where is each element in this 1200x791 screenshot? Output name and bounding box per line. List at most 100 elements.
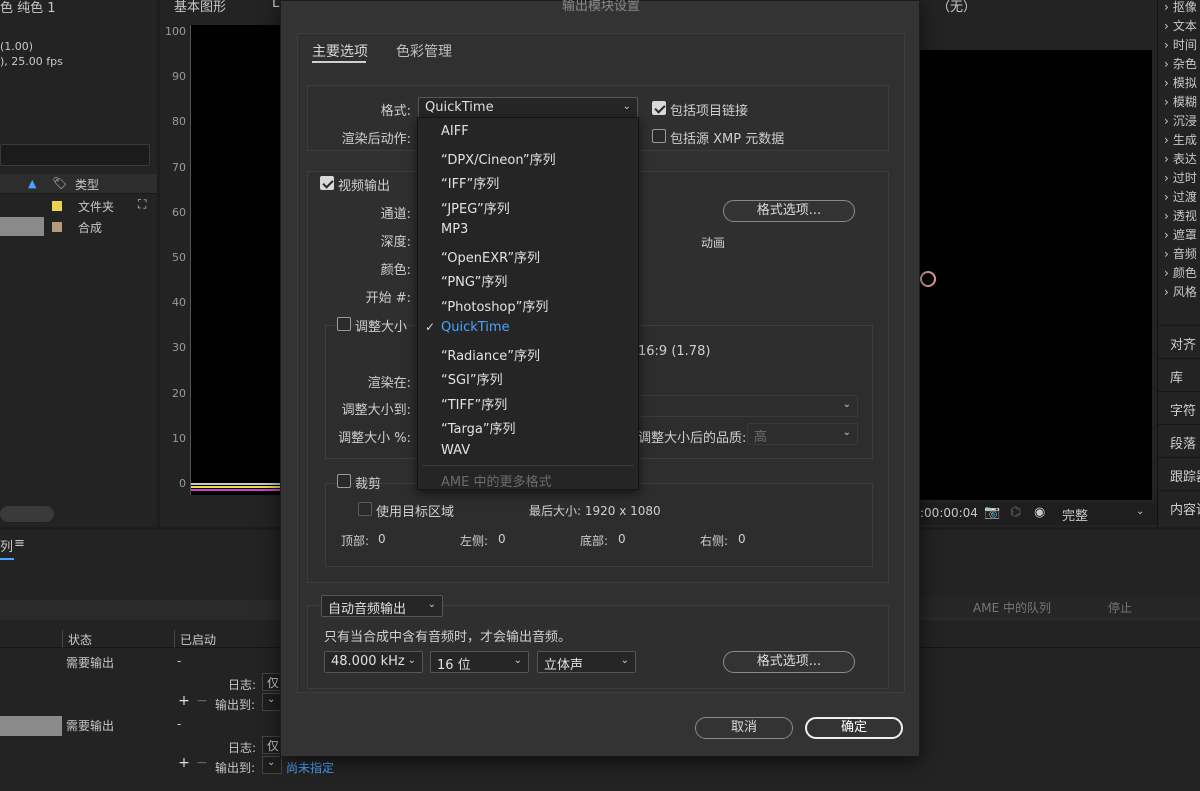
- effect-category-item[interactable]: › 颜色: [1164, 264, 1197, 281]
- snapshot-icon[interactable]: 📷: [984, 505, 1000, 520]
- format-menu-item[interactable]: WAV: [441, 443, 470, 458]
- effect-category-item[interactable]: › 遮罩: [1164, 226, 1197, 243]
- video-format-options-button[interactable]: 格式选项...: [723, 200, 855, 222]
- effect-category-item[interactable]: › 抠像: [1164, 0, 1197, 15]
- quality-select[interactable]: 完整: [1062, 505, 1088, 524]
- effect-category-item[interactable]: › 过时: [1164, 169, 1197, 186]
- effect-category-item[interactable]: › 沉浸: [1164, 112, 1197, 129]
- effect-category-item[interactable]: › 生成: [1164, 131, 1197, 148]
- log-select[interactable]: 仅: [262, 736, 282, 754]
- crop-right-value[interactable]: 0: [738, 532, 746, 546]
- effect-category-item[interactable]: › 风格: [1164, 283, 1197, 300]
- audio-output-select[interactable]: 自动音频输出 ⌄: [321, 595, 443, 617]
- output-to-link[interactable]: 尚未指定: [286, 759, 334, 776]
- sample-rate-select[interactable]: 48.000 kHz ⌄: [324, 651, 423, 673]
- chevron-down-icon[interactable]: ⌄: [1136, 506, 1144, 517]
- queue-item[interactable]: 需要输出 -: [0, 654, 280, 674]
- crop-top-value[interactable]: 0: [378, 532, 386, 546]
- side-panel-button[interactable]: 对齐: [1158, 325, 1200, 358]
- started-column-header[interactable]: 已启动: [180, 631, 216, 648]
- project-search-input[interactable]: [0, 144, 150, 166]
- format-menu-item[interactable]: “SGI”序列: [441, 369, 503, 388]
- hierarchy-icon: ⛶: [138, 197, 147, 211]
- ok-button[interactable]: 确定: [805, 717, 903, 739]
- show-snapshot-icon[interactable]: ⌬: [1010, 505, 1021, 520]
- side-panel-button[interactable]: 内容识: [1158, 490, 1200, 523]
- effect-category-item[interactable]: › 时间: [1164, 36, 1197, 53]
- composition-viewer[interactable]: [920, 50, 1152, 500]
- resize-checkbox[interactable]: [337, 317, 351, 331]
- add-output-icon[interactable]: +: [177, 756, 191, 771]
- side-panel-button[interactable]: 段落: [1158, 424, 1200, 457]
- format-menu-item[interactable]: “TIFF”序列: [441, 394, 507, 413]
- horizontal-scrollbar[interactable]: [0, 506, 54, 522]
- label-tag-icon[interactable]: 🏷: [52, 176, 67, 190]
- crop-checkbox[interactable]: [337, 474, 351, 488]
- format-select[interactable]: QuickTime ⌄: [418, 97, 638, 119]
- effect-category-item[interactable]: › 透视: [1164, 207, 1197, 224]
- tab-main-options[interactable]: 主要选项: [312, 41, 368, 61]
- tab-essential-graphics[interactable]: 基本图形: [174, 0, 226, 15]
- video-output-checkbox[interactable]: [320, 176, 334, 190]
- format-menu-item[interactable]: “Targa”序列: [441, 418, 516, 437]
- bit-depth-select[interactable]: 16 位 ⌄: [430, 651, 529, 673]
- queue-item[interactable]: 需要输出 -: [0, 716, 280, 736]
- format-menu-item[interactable]: “JPEG”序列: [441, 198, 510, 217]
- resize-quality-select[interactable]: 高 ⌄: [747, 423, 858, 445]
- remove-output-icon[interactable]: −: [195, 756, 209, 771]
- format-menu-item[interactable]: MP3: [441, 222, 468, 237]
- effect-category-item[interactable]: › 模糊: [1164, 93, 1197, 110]
- log-select[interactable]: 仅: [262, 673, 282, 691]
- effect-category-item[interactable]: › 音频: [1164, 245, 1197, 262]
- crop-bottom-value[interactable]: 0: [618, 532, 626, 546]
- channels-select[interactable]: 立体声 ⌄: [537, 651, 636, 673]
- add-output-icon[interactable]: +: [177, 694, 191, 709]
- format-menu-item[interactable]: “DPX/Cineon”序列: [441, 149, 556, 168]
- effect-category-item[interactable]: › 过渡: [1164, 188, 1197, 205]
- ame-queue-button[interactable]: AME 中的队列: [973, 599, 1051, 616]
- panel-menu-icon[interactable]: ≡: [14, 536, 25, 551]
- effect-category-item[interactable]: › 模拟: [1164, 74, 1197, 91]
- channel-icon[interactable]: ◉: [1034, 505, 1045, 520]
- stop-button[interactable]: 停止: [1108, 599, 1132, 616]
- tab-partial-icon[interactable]: L: [272, 0, 279, 11]
- side-panel-button[interactable]: 跟踪器: [1158, 457, 1200, 490]
- effect-category-item[interactable]: › 文本: [1164, 17, 1197, 34]
- more-formats-in-ame-item[interactable]: AME 中的更多格式: [441, 471, 551, 490]
- format-menu-item[interactable]: “IFF”序列: [441, 173, 499, 192]
- status-column-header[interactable]: 状态: [68, 631, 92, 648]
- format-menu-item[interactable]: “Radiance”序列: [441, 345, 540, 364]
- include-xmp-checkbox[interactable]: [652, 129, 666, 143]
- audio-format-options-button[interactable]: 格式选项...: [723, 651, 855, 673]
- chevron-right-icon: ›: [1164, 19, 1169, 33]
- use-roi-checkbox[interactable]: [358, 502, 372, 516]
- timecode[interactable]: :00:00:04: [920, 506, 978, 520]
- side-panel-button[interactable]: 库: [1158, 358, 1200, 391]
- format-menu-item[interactable]: “OpenEXR”序列: [441, 247, 540, 266]
- effect-category-item[interactable]: › 表达: [1164, 150, 1197, 167]
- effect-category-label: 音频: [1172, 247, 1197, 261]
- resize-to-select[interactable]: ⌄: [638, 395, 858, 417]
- output-to-select[interactable]: ⌄: [262, 693, 282, 711]
- cancel-button[interactable]: 取消: [695, 717, 793, 739]
- anchor-point-icon[interactable]: [920, 271, 936, 287]
- type-column-header[interactable]: 类型: [75, 176, 99, 193]
- tab-color-management[interactable]: 色彩管理: [396, 41, 452, 61]
- format-menu-item[interactable]: AIFF: [441, 124, 469, 139]
- chevron-right-icon: ›: [1164, 38, 1169, 52]
- final-size: 最后大小: 1920 x 1080: [529, 504, 661, 518]
- side-panel-button[interactable]: 字符: [1158, 391, 1200, 424]
- format-menu-item[interactable]: “Photoshop”序列: [441, 296, 548, 315]
- output-to-select[interactable]: ⌄: [262, 756, 282, 774]
- project-row[interactable]: 文件夹 ⛶: [0, 196, 157, 217]
- crop-left-value[interactable]: 0: [498, 532, 506, 546]
- effect-category-item[interactable]: › 杂色: [1164, 55, 1197, 72]
- project-row[interactable]: 合成: [0, 217, 157, 238]
- format-menu-item[interactable]: QuickTime: [441, 320, 510, 335]
- format-menu-item[interactable]: “PNG”序列: [441, 271, 507, 290]
- sort-arrow-icon[interactable]: ▲: [28, 177, 36, 190]
- include-project-link-checkbox[interactable]: [652, 101, 666, 115]
- render-queue-tab[interactable]: 列: [0, 536, 13, 555]
- queue-item-status: 需要输出: [66, 656, 115, 670]
- remove-output-icon[interactable]: −: [195, 694, 209, 709]
